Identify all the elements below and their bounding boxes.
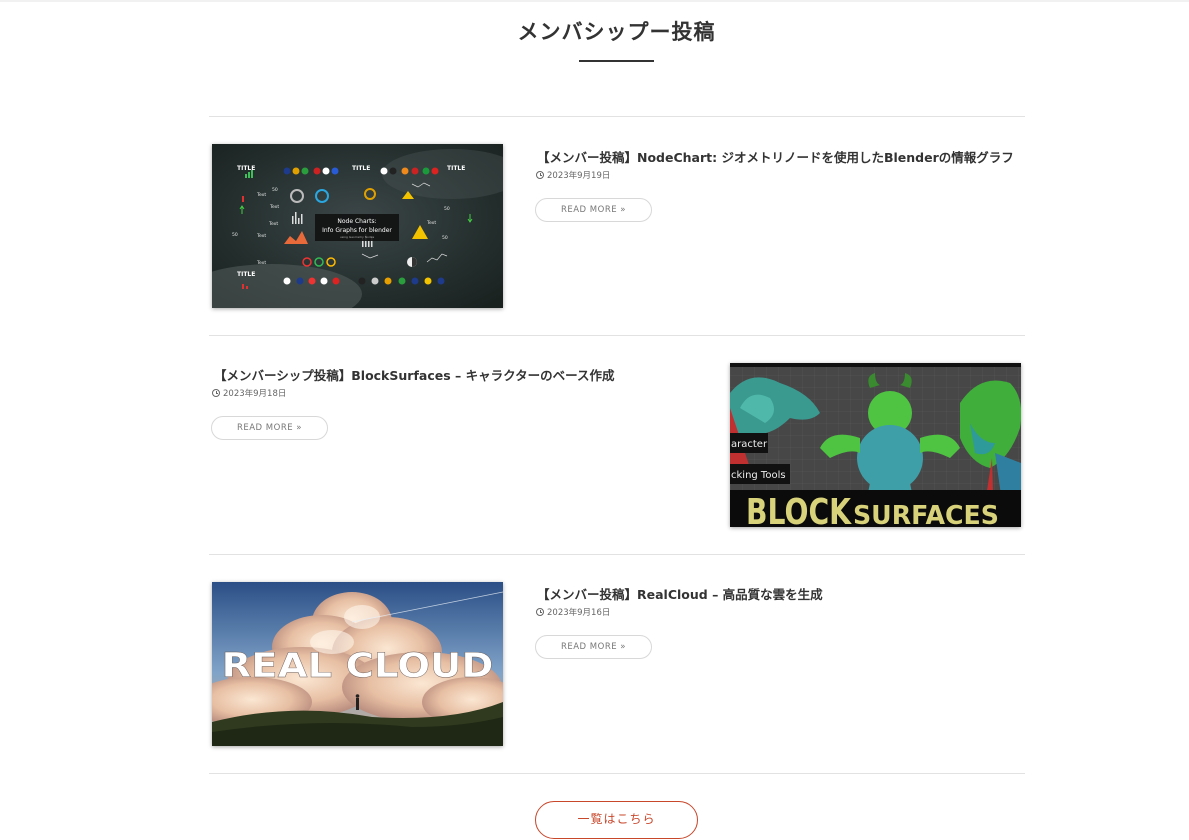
blocksurfaces-thumbnail-image: aracter cking Tools BLOCK SURFACES: [730, 363, 1021, 527]
post-title[interactable]: 【メンバー投稿】NodeChart: ジオメトリノードを使用したBlenderの…: [537, 147, 1014, 166]
thumb-logo-text: REAL CLOUD: [222, 646, 494, 686]
clock-icon: [212, 389, 220, 397]
read-more-button[interactable]: READ MORE »: [535, 198, 652, 222]
thumb-label: 50: [444, 206, 450, 212]
clock-icon: [536, 608, 544, 616]
thumb-label: using Geometry Nodes: [340, 235, 375, 239]
thumb-label: Text: [256, 260, 266, 266]
post-date: 2023年9月19日: [536, 169, 610, 181]
thumb-label: Text: [256, 233, 266, 239]
post-title[interactable]: 【メンバーシップ投稿】BlockSurfaces – キャラクターのベース作成: [214, 365, 614, 384]
thumb-label: Text: [426, 220, 436, 226]
post-item-blocksurfaces: 【メンバーシップ投稿】BlockSurfaces – キャラクターのベース作成 …: [209, 336, 1025, 554]
post-title[interactable]: 【メンバー投稿】RealCloud – 高品質な雲を生成: [537, 584, 823, 603]
post-date: 2023年9月16日: [536, 606, 610, 618]
section-title: メンバシップー投稿: [517, 20, 716, 44]
thumb-label: cking Tools: [731, 470, 786, 481]
title-underline: [579, 60, 654, 62]
realcloud-thumbnail-image: REAL CLOUD: [212, 582, 503, 746]
divider: [209, 773, 1025, 774]
thumb-label: TITLE: [447, 165, 465, 172]
post-date-text: 2023年9月16日: [547, 608, 611, 618]
thumb-label: TITLE: [352, 165, 370, 172]
thumb-logo-text: BLOCK: [746, 492, 852, 527]
post-date-text: 2023年9月19日: [547, 171, 611, 181]
read-more-button[interactable]: READ MORE »: [211, 416, 328, 440]
post-item-nodechart: TITLE TITLE TITLE TITLE Text Text Text T…: [209, 117, 1025, 335]
post-thumbnail[interactable]: TITLE TITLE TITLE TITLE Text Text Text T…: [212, 144, 503, 308]
thumb-label: Text: [256, 192, 266, 198]
thumb-label: Text: [268, 221, 278, 227]
post-item-realcloud: REAL CLOUD 【メンバー投稿】RealCloud – 高品質な雲を生成 …: [209, 555, 1025, 773]
thumb-label: Node Charts:: [337, 218, 376, 225]
thumb-label: TITLE: [237, 271, 255, 278]
post-date: 2023年9月18日: [212, 387, 286, 399]
thumb-label: Text: [269, 204, 279, 210]
thumb-label: 50: [272, 187, 278, 193]
thumb-label: Info Graphs for blender: [322, 227, 392, 234]
post-thumbnail[interactable]: REAL CLOUD: [212, 582, 503, 746]
top-border: [0, 0, 1189, 2]
nodechart-thumbnail-image: TITLE TITLE TITLE TITLE Text Text Text T…: [212, 144, 503, 308]
post-date-text: 2023年9月18日: [223, 389, 287, 399]
view-all-button[interactable]: 一覧はこちら: [535, 801, 698, 839]
read-more-button[interactable]: READ MORE »: [535, 635, 652, 659]
thumb-label: aracter: [731, 439, 768, 450]
thumb-logo-text: SURFACES: [853, 501, 999, 527]
clock-icon: [536, 171, 544, 179]
post-thumbnail[interactable]: aracter cking Tools BLOCK SURFACES: [730, 363, 1021, 527]
thumb-label: 50: [232, 232, 238, 238]
thumb-label: 50: [442, 235, 448, 241]
